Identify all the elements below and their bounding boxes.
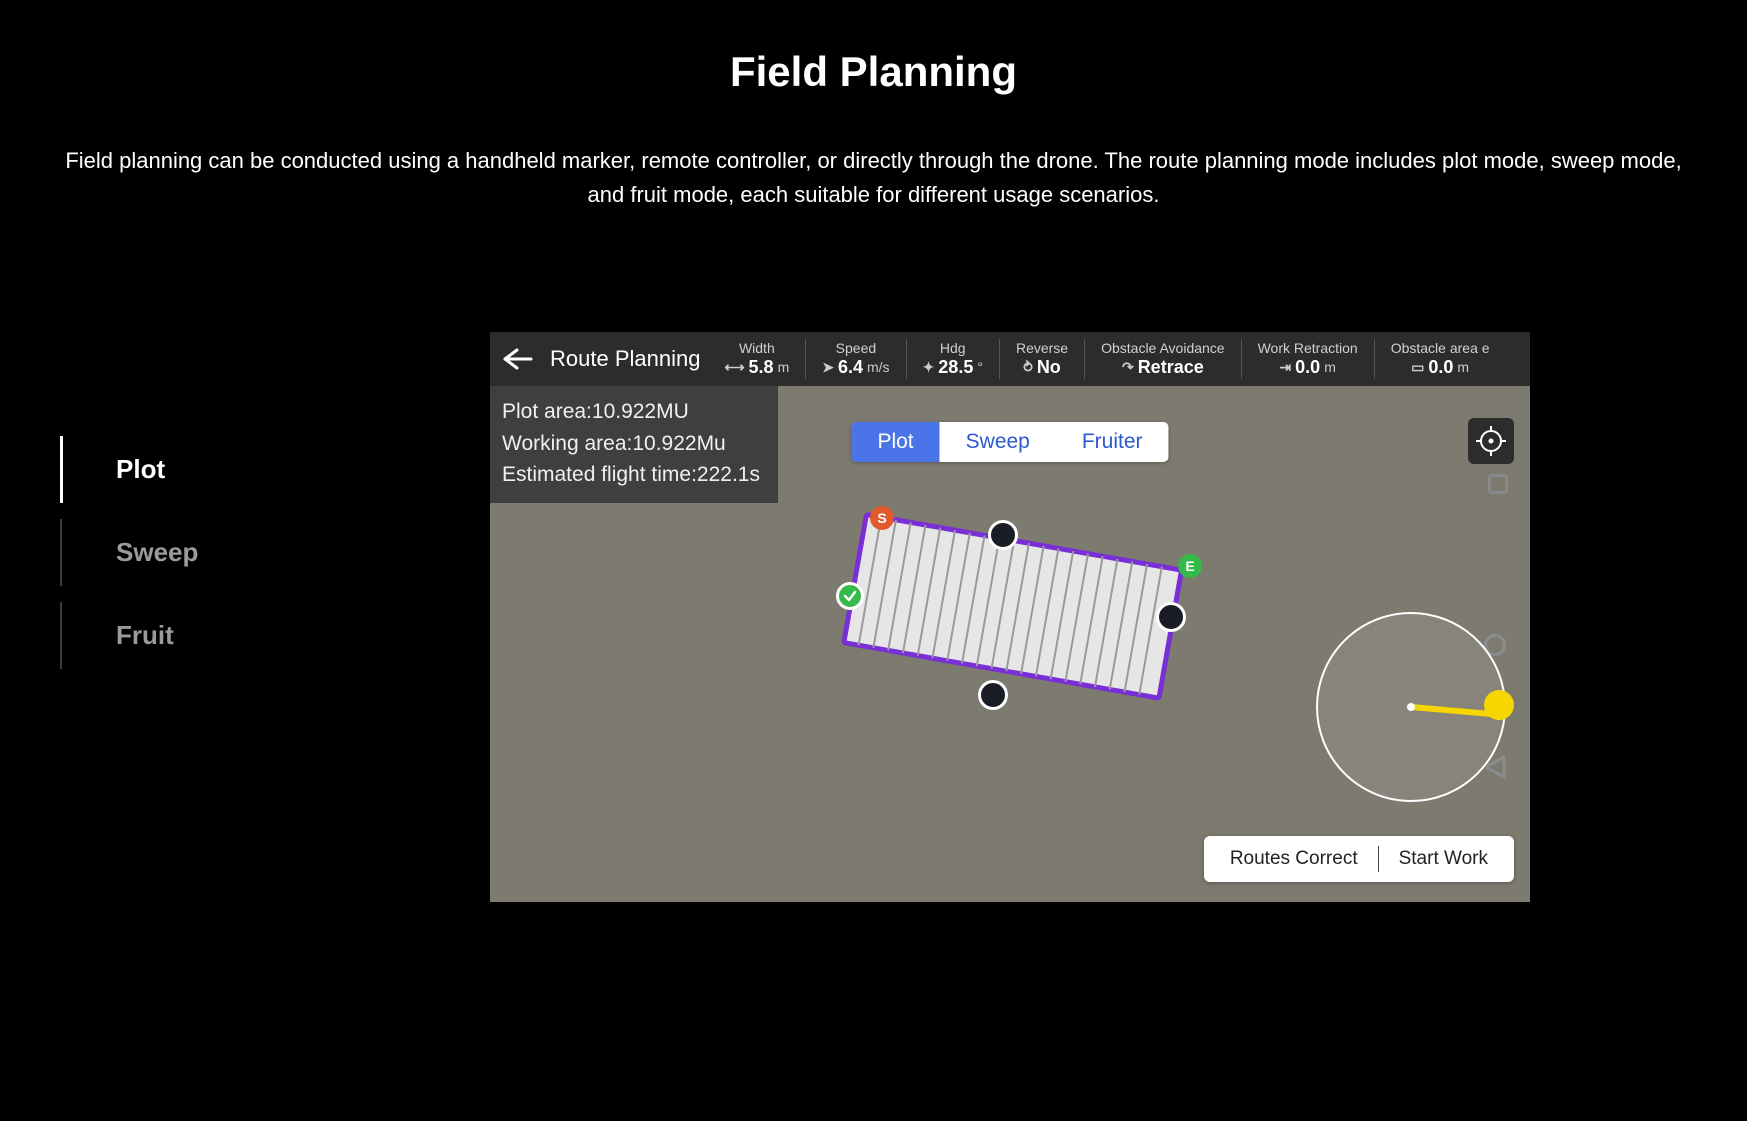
telemetry-reverse[interactable]: Reverse ⥁ No	[1002, 332, 1082, 386]
vertex-handle[interactable]	[988, 520, 1018, 550]
stat-plot-area: Plot area:10.922MU	[502, 396, 760, 428]
telemetry-heading-value: 28.5	[938, 357, 973, 378]
vertex-handle[interactable]	[978, 680, 1008, 710]
marker-check[interactable]	[836, 582, 864, 610]
telemetry-avoidance-label: Obstacle Avoidance	[1101, 341, 1225, 355]
telemetry-reverse-value: No	[1037, 357, 1061, 378]
telemetry-speed-unit: m/s	[867, 359, 890, 375]
telemetry-speed-label: Speed	[836, 341, 876, 355]
obstacle-area-icon: ▭	[1411, 359, 1424, 376]
side-tab-fruit[interactable]: Fruit	[60, 594, 340, 677]
telemetry-reverse-label: Reverse	[1016, 341, 1068, 355]
telemetry-width-value: 5.8	[749, 357, 774, 378]
telemetry-avoidance-value: Retrace	[1138, 357, 1204, 378]
telemetry-avoidance[interactable]: Obstacle Avoidance ↷ Retrace	[1087, 332, 1239, 386]
back-icon	[501, 346, 535, 372]
vertex-handle[interactable]	[1156, 602, 1186, 632]
telemetry-obstacle-area-unit: m	[1457, 359, 1469, 375]
marker-end[interactable]: E	[1178, 554, 1202, 578]
telemetry-obstacle-area[interactable]: Obstacle area e ▭ 0.0 m	[1377, 332, 1504, 386]
plan-mode-plot[interactable]: Plot	[851, 422, 939, 462]
marker-start[interactable]: S	[870, 506, 894, 530]
stat-working-area: Working area:10.922Mu	[502, 428, 760, 460]
telemetry-retraction-label: Work Retraction	[1258, 341, 1358, 355]
retraction-icon: ⇥	[1279, 359, 1291, 376]
plan-mode-tabs: Plot Sweep Fruiter	[851, 422, 1168, 462]
telemetry-retraction-value: 0.0	[1295, 357, 1320, 378]
speed-icon: ➤	[822, 359, 834, 376]
telemetry-width[interactable]: Width ⟷ 5.8 m	[710, 332, 803, 386]
action-bar: Routes Correct Start Work	[1204, 836, 1514, 882]
app-screenshot: Route Planning Width ⟷ 5.8 m Speed ➤ 6.4…	[490, 332, 1530, 902]
plan-mode-sweep[interactable]: Sweep	[940, 422, 1056, 462]
telemetry-width-label: Width	[739, 341, 775, 355]
reverse-icon: ⥁	[1023, 359, 1033, 376]
side-tab-sweep[interactable]: Sweep	[60, 511, 340, 594]
telemetry-retraction-unit: m	[1324, 359, 1336, 375]
routes-correct-button[interactable]: Routes Correct	[1224, 848, 1364, 870]
back-button[interactable]	[490, 332, 546, 386]
page-description: Field planning can be conducted using a …	[54, 144, 1694, 212]
telemetry-retraction[interactable]: Work Retraction ⇥ 0.0 m	[1244, 332, 1372, 386]
start-work-button[interactable]: Start Work	[1393, 848, 1494, 870]
route-planning-label: Route Planning	[546, 346, 710, 372]
side-tab-plot[interactable]: Plot	[60, 428, 340, 511]
telemetry-width-unit: m	[778, 359, 790, 375]
area-stats-panel: Plot area:10.922MU Working area:10.922Mu…	[490, 386, 778, 503]
telemetry-speed[interactable]: Speed ➤ 6.4 m/s	[808, 332, 903, 386]
telemetry-speed-value: 6.4	[838, 357, 863, 378]
telemetry-obstacle-area-label: Obstacle area e	[1391, 341, 1490, 355]
stat-flight-time: Estimated flight time:222.1s	[502, 459, 760, 491]
avoidance-icon: ↷	[1122, 359, 1134, 376]
heading-dial-handle[interactable]	[1484, 690, 1514, 720]
page-title: Field Planning	[0, 48, 1747, 96]
check-icon	[842, 588, 858, 604]
field-plot[interactable]: S E	[830, 512, 1200, 732]
telemetry-obstacle-area-value: 0.0	[1428, 357, 1453, 378]
crosshair-icon	[1476, 426, 1506, 456]
recenter-button[interactable]	[1468, 418, 1514, 464]
nav-play-icon[interactable]	[1486, 755, 1508, 784]
heading-dial[interactable]	[1316, 612, 1506, 802]
telemetry-heading-unit: °	[977, 359, 983, 375]
telemetry-heading[interactable]: Hdg ✦ 28.5 °	[909, 332, 997, 386]
plan-mode-fruiter[interactable]: Fruiter	[1056, 422, 1169, 462]
mode-side-tabs: Plot Sweep Fruit	[60, 428, 340, 902]
telemetry-heading-label: Hdg	[940, 341, 966, 355]
telemetry-bar: Route Planning Width ⟷ 5.8 m Speed ➤ 6.4…	[490, 332, 1530, 386]
width-icon: ⟷	[724, 359, 744, 376]
stop-square-icon[interactable]	[1488, 474, 1508, 494]
heading-icon: ✦	[923, 359, 935, 376]
